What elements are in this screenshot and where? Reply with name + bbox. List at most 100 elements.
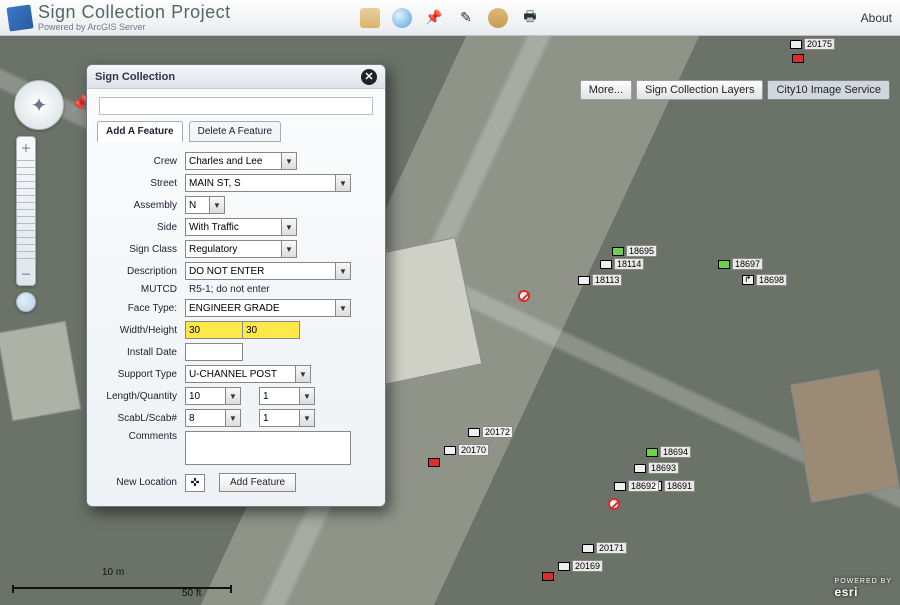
support-label: Support Type <box>97 369 185 380</box>
print-icon[interactable]: 🖶 <box>520 8 540 28</box>
street-label: Street <box>97 178 185 189</box>
lenqty-label: Length/Quantity <box>97 391 185 402</box>
panel-tabs: Add A Feature Delete A Feature <box>97 121 375 142</box>
mutcd-value: R5-1; do not enter <box>185 284 270 295</box>
chevron-down-icon[interactable]: ▼ <box>299 387 315 405</box>
sign-marker[interactable] <box>608 498 620 510</box>
close-icon[interactable]: ✕ <box>361 69 377 85</box>
chevron-down-icon[interactable]: ▼ <box>335 262 351 280</box>
nav-compass[interactable] <box>14 80 64 130</box>
tab-add-feature[interactable]: Add A Feature <box>97 121 183 142</box>
newloc-label: New Location <box>97 477 185 488</box>
map-building <box>790 369 899 503</box>
map-building <box>0 321 81 422</box>
app-header: Sign Collection Project Powered by ArcGI… <box>0 0 900 36</box>
signclass-label: Sign Class <box>97 244 185 255</box>
side-select[interactable] <box>185 218 281 236</box>
chevron-down-icon[interactable]: ▼ <box>299 409 315 427</box>
install-date-input[interactable] <box>185 343 243 361</box>
support-select[interactable] <box>185 365 295 383</box>
esri-attribution: POWERED BY esri <box>835 578 892 599</box>
sign-marker[interactable]: 18695 <box>612 245 657 257</box>
scale-bar: 10 m 50 ft <box>12 577 232 595</box>
chevron-down-icon[interactable]: ▼ <box>335 299 351 317</box>
description-select[interactable] <box>185 262 335 280</box>
chevron-down-icon[interactable]: ▼ <box>225 409 241 427</box>
app-subtitle: Powered by ArcGIS Server <box>38 23 231 32</box>
mutcd-label: MUTCD <box>97 284 185 295</box>
sign-marker[interactable]: 18692 <box>614 480 659 492</box>
chevron-down-icon[interactable]: ▼ <box>281 240 297 258</box>
pick-location-button[interactable]: ✜ <box>185 474 205 492</box>
add-feature-button[interactable]: Add Feature <box>219 473 296 492</box>
sign-marker[interactable] <box>518 290 530 302</box>
zoom-out-button[interactable]: － <box>21 266 32 282</box>
street-select[interactable] <box>185 174 335 192</box>
globe-icon[interactable] <box>392 8 412 28</box>
crew-label: Crew <box>97 156 185 167</box>
panel-titlebar[interactable]: Sign Collection ✕ <box>87 65 385 89</box>
zoom-full-extent-button[interactable] <box>16 292 36 312</box>
crew-select[interactable] <box>185 152 281 170</box>
chevron-down-icon[interactable]: ▼ <box>335 174 351 192</box>
scabl-select[interactable] <box>185 409 225 427</box>
install-label: Install Date <box>97 347 185 358</box>
pencil-icon[interactable]: ✎ <box>456 8 476 28</box>
app-title: Sign Collection Project <box>38 3 231 21</box>
quantity-select[interactable] <box>259 387 299 405</box>
palette-icon[interactable] <box>488 8 508 28</box>
scale-ft-label: 50 ft <box>182 588 201 599</box>
zoom-in-button[interactable]: ＋ <box>21 140 32 156</box>
sign-marker[interactable]: 18113 <box>578 274 622 286</box>
sign-marker[interactable]: 18697 <box>718 258 763 270</box>
sign-collection-panel: Sign Collection ✕ Add A Feature Delete A… <box>86 64 386 507</box>
chevron-down-icon[interactable]: ▼ <box>281 152 297 170</box>
pushpin-icon[interactable]: 📌 <box>424 8 444 28</box>
sign-marker[interactable]: 18693 <box>634 462 679 474</box>
assembly-select[interactable] <box>185 196 209 214</box>
scale-m-label: 10 m <box>102 567 124 578</box>
width-input[interactable] <box>185 321 243 339</box>
chevron-down-icon[interactable]: ▼ <box>281 218 297 236</box>
side-label: Side <box>97 222 185 233</box>
zoom-slider[interactable]: ＋ － <box>16 136 36 286</box>
tab-delete-feature[interactable]: Delete A Feature <box>189 121 282 142</box>
signclass-select[interactable] <box>185 240 281 258</box>
scab-label: ScabL/Scab# <box>97 413 185 424</box>
length-select[interactable] <box>185 387 225 405</box>
sign-marker[interactable]: 20171 <box>582 542 627 554</box>
assembly-label: Assembly <box>97 200 185 211</box>
sign-marker[interactable] <box>428 458 440 467</box>
layer-buttons: More... Sign Collection Layers City10 Im… <box>580 80 890 100</box>
sign-marker[interactable]: 20175 <box>790 38 835 50</box>
comments-label: Comments <box>97 431 185 442</box>
sign-marker[interactable]: 18694 <box>646 446 691 458</box>
sign-marker[interactable]: 18698 <box>742 274 787 286</box>
about-link[interactable]: About <box>861 11 892 25</box>
sign-marker[interactable] <box>792 54 804 63</box>
zoom-ticks[interactable] <box>17 160 35 262</box>
description-label: Description <box>97 266 185 277</box>
scabn-select[interactable] <box>259 409 299 427</box>
sign-collection-layers-button[interactable]: Sign Collection Layers <box>636 80 763 100</box>
height-input[interactable] <box>242 321 300 339</box>
app-logo-icon <box>6 4 33 31</box>
sign-marker[interactable]: 18114 <box>600 258 644 270</box>
panel-title: Sign Collection <box>95 71 175 83</box>
comments-textarea[interactable] <box>185 431 351 465</box>
book-icon[interactable] <box>360 8 380 28</box>
wh-label: Width/Height <box>97 325 185 336</box>
panel-search-input[interactable] <box>99 97 373 115</box>
chevron-down-icon[interactable]: ▼ <box>225 387 241 405</box>
more-button[interactable]: More... <box>580 80 632 100</box>
sign-marker[interactable]: 20170 <box>444 444 489 456</box>
image-service-button[interactable]: City10 Image Service <box>767 80 890 100</box>
sign-marker[interactable] <box>542 572 554 581</box>
sign-marker[interactable]: 20172 <box>468 426 513 438</box>
sign-marker[interactable]: 20169 <box>558 560 603 572</box>
facetype-label: Face Type: <box>97 303 185 314</box>
chevron-down-icon[interactable]: ▼ <box>295 365 311 383</box>
facetype-select[interactable] <box>185 299 335 317</box>
chevron-down-icon[interactable]: ▼ <box>209 196 225 214</box>
header-toolbar: 📌 ✎ 🖶 <box>360 8 540 28</box>
